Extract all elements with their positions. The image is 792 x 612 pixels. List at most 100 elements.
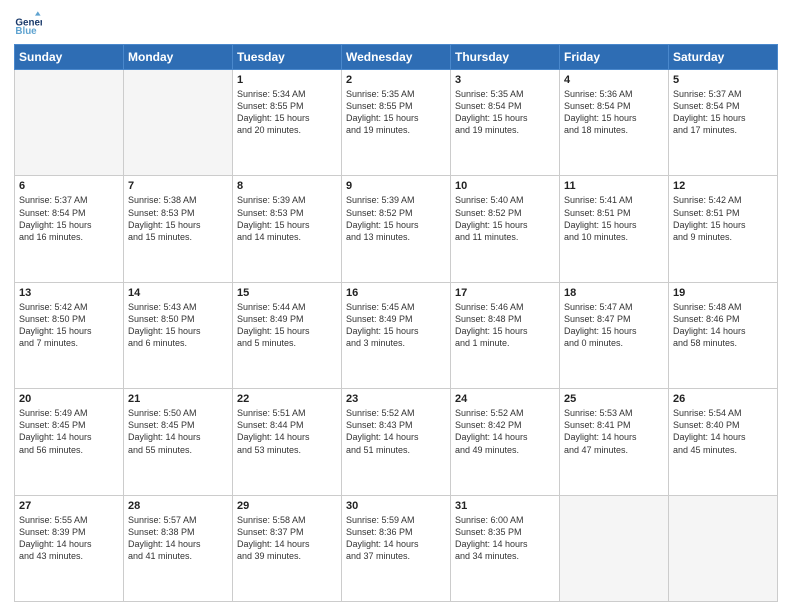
calendar-cell: 26 Sunrise: 5:54 AM Sunset: 8:40 PM Dayli… bbox=[669, 389, 778, 495]
cell-text: Sunrise: 5:35 AM Sunset: 8:54 PM Dayligh… bbox=[455, 88, 555, 137]
cell-text: Sunrise: 5:35 AM Sunset: 8:55 PM Dayligh… bbox=[346, 88, 446, 137]
cell-text: Sunrise: 5:46 AM Sunset: 8:48 PM Dayligh… bbox=[455, 301, 555, 350]
day-number: 29 bbox=[237, 500, 337, 512]
day-number: 23 bbox=[346, 393, 446, 405]
calendar-cell: 14 Sunrise: 5:43 AM Sunset: 8:50 PM Dayli… bbox=[124, 282, 233, 388]
calendar-cell: 4 Sunrise: 5:36 AM Sunset: 8:54 PM Daylig… bbox=[560, 70, 669, 176]
day-number: 25 bbox=[564, 393, 664, 405]
col-header-monday: Monday bbox=[124, 45, 233, 70]
day-number: 22 bbox=[237, 393, 337, 405]
cell-text: Sunrise: 5:51 AM Sunset: 8:44 PM Dayligh… bbox=[237, 407, 337, 456]
cell-text: Sunrise: 5:54 AM Sunset: 8:40 PM Dayligh… bbox=[673, 407, 773, 456]
cell-text: Sunrise: 5:39 AM Sunset: 8:53 PM Dayligh… bbox=[237, 194, 337, 243]
day-number: 18 bbox=[564, 287, 664, 299]
logo: General Blue bbox=[14, 10, 46, 38]
day-number: 9 bbox=[346, 180, 446, 192]
calendar-header-row: SundayMondayTuesdayWednesdayThursdayFrid… bbox=[15, 45, 778, 70]
calendar-cell: 15 Sunrise: 5:44 AM Sunset: 8:49 PM Dayli… bbox=[233, 282, 342, 388]
cell-text: Sunrise: 5:49 AM Sunset: 8:45 PM Dayligh… bbox=[19, 407, 119, 456]
cell-text: Sunrise: 5:52 AM Sunset: 8:43 PM Dayligh… bbox=[346, 407, 446, 456]
col-header-sunday: Sunday bbox=[15, 45, 124, 70]
calendar-cell: 27Sunrise: 5:55 AM Sunset: 8:39 PM Dayli… bbox=[15, 495, 124, 601]
calendar-cell: 6 Sunrise: 5:37 AM Sunset: 8:54 PM Daylig… bbox=[15, 176, 124, 282]
cell-text: Sunrise: 5:53 AM Sunset: 8:41 PM Dayligh… bbox=[564, 407, 664, 456]
calendar-cell bbox=[15, 70, 124, 176]
calendar-cell: 19Sunrise: 5:48 AM Sunset: 8:46 PM Dayli… bbox=[669, 282, 778, 388]
cell-text: Sunrise: 5:50 AM Sunset: 8:45 PM Dayligh… bbox=[128, 407, 228, 456]
day-number: 15 bbox=[237, 287, 337, 299]
calendar-cell: 28 Sunrise: 5:57 AM Sunset: 8:38 PM Dayli… bbox=[124, 495, 233, 601]
day-number: 17 bbox=[455, 287, 555, 299]
day-number: 21 bbox=[128, 393, 228, 405]
cell-text: Sunrise: 5:43 AM Sunset: 8:50 PM Dayligh… bbox=[128, 301, 228, 350]
calendar-body: 1Sunrise: 5:34 AM Sunset: 8:55 PM Daylig… bbox=[15, 70, 778, 602]
week-row-2: 6 Sunrise: 5:37 AM Sunset: 8:54 PM Daylig… bbox=[15, 176, 778, 282]
calendar-table: SundayMondayTuesdayWednesdayThursdayFrid… bbox=[14, 44, 778, 602]
calendar-cell: 23 Sunrise: 5:52 AM Sunset: 8:43 PM Dayli… bbox=[342, 389, 451, 495]
day-number: 27 bbox=[19, 500, 119, 512]
calendar-cell bbox=[560, 495, 669, 601]
day-number: 28 bbox=[128, 500, 228, 512]
cell-text: Sunrise: 6:00 AM Sunset: 8:35 PM Dayligh… bbox=[455, 514, 555, 563]
day-number: 6 bbox=[19, 180, 119, 192]
cell-text: Sunrise: 5:42 AM Sunset: 8:50 PM Dayligh… bbox=[19, 301, 119, 350]
cell-text: Sunrise: 5:45 AM Sunset: 8:49 PM Dayligh… bbox=[346, 301, 446, 350]
calendar-page: General Blue SundayMondayTuesdayWednesda… bbox=[0, 0, 792, 612]
day-number: 16 bbox=[346, 287, 446, 299]
day-number: 2 bbox=[346, 74, 446, 86]
day-number: 7 bbox=[128, 180, 228, 192]
header: General Blue bbox=[14, 10, 778, 38]
calendar-cell: 31 Sunrise: 6:00 AM Sunset: 8:35 PM Dayli… bbox=[451, 495, 560, 601]
calendar-cell: 1Sunrise: 5:34 AM Sunset: 8:55 PM Daylig… bbox=[233, 70, 342, 176]
cell-text: Sunrise: 5:34 AM Sunset: 8:55 PM Dayligh… bbox=[237, 88, 337, 137]
week-row-5: 27Sunrise: 5:55 AM Sunset: 8:39 PM Dayli… bbox=[15, 495, 778, 601]
cell-text: Sunrise: 5:57 AM Sunset: 8:38 PM Dayligh… bbox=[128, 514, 228, 563]
calendar-cell: 29 Sunrise: 5:58 AM Sunset: 8:37 PM Dayli… bbox=[233, 495, 342, 601]
cell-text: Sunrise: 5:41 AM Sunset: 8:51 PM Dayligh… bbox=[564, 194, 664, 243]
col-header-wednesday: Wednesday bbox=[342, 45, 451, 70]
calendar-cell: 13 Sunrise: 5:42 AM Sunset: 8:50 PM Dayli… bbox=[15, 282, 124, 388]
col-header-thursday: Thursday bbox=[451, 45, 560, 70]
day-number: 3 bbox=[455, 74, 555, 86]
calendar-cell: 21 Sunrise: 5:50 AM Sunset: 8:45 PM Dayli… bbox=[124, 389, 233, 495]
calendar-cell bbox=[124, 70, 233, 176]
day-number: 10 bbox=[455, 180, 555, 192]
calendar-cell: 8 Sunrise: 5:39 AM Sunset: 8:53 PM Daylig… bbox=[233, 176, 342, 282]
cell-text: Sunrise: 5:37 AM Sunset: 8:54 PM Dayligh… bbox=[673, 88, 773, 137]
day-number: 31 bbox=[455, 500, 555, 512]
day-number: 14 bbox=[128, 287, 228, 299]
calendar-cell: 3 Sunrise: 5:35 AM Sunset: 8:54 PM Daylig… bbox=[451, 70, 560, 176]
calendar-cell: 22 Sunrise: 5:51 AM Sunset: 8:44 PM Dayli… bbox=[233, 389, 342, 495]
cell-text: Sunrise: 5:58 AM Sunset: 8:37 PM Dayligh… bbox=[237, 514, 337, 563]
day-number: 26 bbox=[673, 393, 773, 405]
day-number: 13 bbox=[19, 287, 119, 299]
logo-icon: General Blue bbox=[14, 10, 42, 38]
col-header-friday: Friday bbox=[560, 45, 669, 70]
cell-text: Sunrise: 5:40 AM Sunset: 8:52 PM Dayligh… bbox=[455, 194, 555, 243]
calendar-cell: 7Sunrise: 5:38 AM Sunset: 8:53 PM Daylig… bbox=[124, 176, 233, 282]
cell-text: Sunrise: 5:44 AM Sunset: 8:49 PM Dayligh… bbox=[237, 301, 337, 350]
day-number: 4 bbox=[564, 74, 664, 86]
day-number: 20 bbox=[19, 393, 119, 405]
cell-text: Sunrise: 5:52 AM Sunset: 8:42 PM Dayligh… bbox=[455, 407, 555, 456]
day-number: 8 bbox=[237, 180, 337, 192]
calendar-cell: 16 Sunrise: 5:45 AM Sunset: 8:49 PM Dayli… bbox=[342, 282, 451, 388]
day-number: 24 bbox=[455, 393, 555, 405]
cell-text: Sunrise: 5:47 AM Sunset: 8:47 PM Dayligh… bbox=[564, 301, 664, 350]
week-row-4: 20 Sunrise: 5:49 AM Sunset: 8:45 PM Dayli… bbox=[15, 389, 778, 495]
week-row-1: 1Sunrise: 5:34 AM Sunset: 8:55 PM Daylig… bbox=[15, 70, 778, 176]
calendar-cell bbox=[669, 495, 778, 601]
calendar-cell: 11 Sunrise: 5:41 AM Sunset: 8:51 PM Dayli… bbox=[560, 176, 669, 282]
day-number: 12 bbox=[673, 180, 773, 192]
cell-text: Sunrise: 5:37 AM Sunset: 8:54 PM Dayligh… bbox=[19, 194, 119, 243]
day-number: 30 bbox=[346, 500, 446, 512]
calendar-cell: 17 Sunrise: 5:46 AM Sunset: 8:48 PM Dayli… bbox=[451, 282, 560, 388]
calendar-cell: 25 Sunrise: 5:53 AM Sunset: 8:41 PM Dayli… bbox=[560, 389, 669, 495]
cell-text: Sunrise: 5:42 AM Sunset: 8:51 PM Dayligh… bbox=[673, 194, 773, 243]
cell-text: Sunrise: 5:48 AM Sunset: 8:46 PM Dayligh… bbox=[673, 301, 773, 350]
week-row-3: 13 Sunrise: 5:42 AM Sunset: 8:50 PM Dayli… bbox=[15, 282, 778, 388]
cell-text: Sunrise: 5:36 AM Sunset: 8:54 PM Dayligh… bbox=[564, 88, 664, 137]
day-number: 11 bbox=[564, 180, 664, 192]
svg-text:Blue: Blue bbox=[15, 26, 37, 37]
calendar-cell: 10 Sunrise: 5:40 AM Sunset: 8:52 PM Dayli… bbox=[451, 176, 560, 282]
